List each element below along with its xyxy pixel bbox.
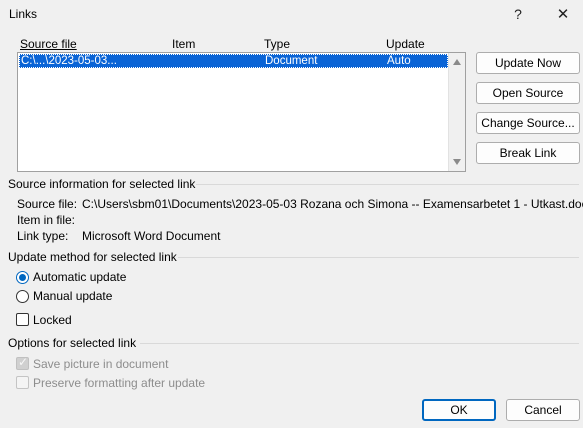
options-heading: Options for selected link <box>8 336 137 350</box>
close-button[interactable]: ✕ <box>543 0 583 28</box>
change-source-button[interactable]: Change Source... <box>476 112 580 134</box>
item-in-file-label: Item in file: <box>17 213 76 227</box>
update-method-separator <box>178 257 579 258</box>
link-update-cell: Auto <box>387 55 411 67</box>
save-picture-checkbox[interactable] <box>16 355 29 370</box>
source-file-value: C:\Users\sbm01\Documents\2023-05-03 Roza… <box>82 197 583 211</box>
links-list[interactable]: C:\...\2023-05-03... Document Auto <box>17 52 466 172</box>
link-type-cell: Document <box>265 55 318 67</box>
window-title: Links <box>9 7 38 21</box>
list-item[interactable]: C:\...\2023-05-03... Document Auto <box>19 54 448 68</box>
link-source-cell: C:\...\2023-05-03... <box>21 55 117 67</box>
open-source-button[interactable]: Open Source <box>476 82 580 104</box>
source-info-separator <box>196 184 579 185</box>
automatic-update-radio[interactable] <box>16 271 29 284</box>
preserve-formatting-checkbox[interactable] <box>16 376 29 389</box>
title-bar <box>0 0 583 30</box>
options-separator <box>140 343 579 344</box>
column-header-update[interactable]: Update <box>386 37 425 51</box>
update-now-button[interactable]: Update Now <box>476 52 580 74</box>
help-icon: ? <box>514 6 522 22</box>
ok-button[interactable]: OK <box>422 399 496 421</box>
source-info-heading: Source information for selected link <box>8 177 196 191</box>
link-type-value: Microsoft Word Document <box>82 229 221 243</box>
manual-update-radio[interactable] <box>16 290 29 303</box>
locked-label[interactable]: Locked <box>33 313 72 327</box>
column-header-item[interactable]: Item <box>172 37 195 51</box>
list-scrollbar[interactable] <box>448 53 465 171</box>
source-file-label: Source file: <box>17 197 78 211</box>
scroll-up-arrow-icon[interactable] <box>453 59 461 65</box>
scroll-down-arrow-icon[interactable] <box>453 159 461 165</box>
help-button[interactable]: ? <box>498 0 538 28</box>
column-header-type[interactable]: Type <box>264 37 290 51</box>
manual-update-label[interactable]: Manual update <box>33 289 112 303</box>
close-icon: ✕ <box>556 6 570 23</box>
update-method-heading: Update method for selected link <box>8 250 177 264</box>
cancel-button[interactable]: Cancel <box>506 399 580 421</box>
link-type-label: Link type: <box>17 229 69 243</box>
locked-checkbox[interactable] <box>16 313 29 326</box>
break-link-button[interactable]: Break Link <box>476 142 580 164</box>
column-header-source-file[interactable]: Source file <box>20 37 77 51</box>
automatic-update-label[interactable]: Automatic update <box>33 270 126 284</box>
save-picture-label: Save picture in document <box>33 357 169 371</box>
preserve-formatting-label: Preserve formatting after update <box>33 376 206 390</box>
